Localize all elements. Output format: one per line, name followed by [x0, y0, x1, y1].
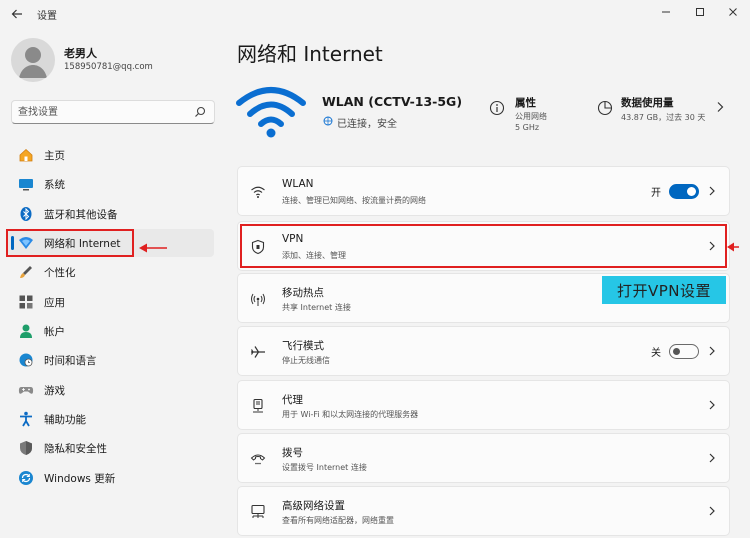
sidebar-item-time-language[interactable]: 时间和语言: [8, 346, 214, 374]
user-email: 158950781@qq.com: [64, 62, 153, 72]
sidebar-item-bluetooth[interactable]: 蓝牙和其他设备: [8, 200, 214, 228]
network-band: 5 GHz: [515, 123, 540, 132]
annotation-label: 打开VPN设置: [602, 276, 726, 304]
update-icon: [19, 471, 33, 485]
search-input[interactable]: [18, 104, 188, 120]
minimize-button[interactable]: [655, 2, 677, 22]
sidebar-item-label: 主页: [44, 150, 65, 162]
globe-icon: [323, 116, 333, 126]
sidebar-item-label: 应用: [44, 297, 65, 309]
card-advanced-network[interactable]: 高级网络设置 查看所有网络适配器，网络重置: [237, 486, 730, 536]
chevron-right-icon[interactable]: [707, 451, 717, 465]
sidebar-item-label: 隐私和安全性: [44, 443, 107, 455]
card-description: 停止无线通信: [282, 356, 330, 365]
sidebar-item-gaming[interactable]: 游戏: [8, 376, 214, 404]
gamepad-icon: [18, 387, 34, 394]
card-title: 高级网络设置: [282, 500, 345, 512]
chevron-right-icon[interactable]: [707, 398, 717, 412]
card-description: 查看所有网络适配器，网络重置: [282, 516, 394, 525]
arrow-left-icon: [139, 243, 167, 253]
card-dial-up[interactable]: 拨号 设置拨号 Internet 连接: [237, 433, 730, 483]
info-icon[interactable]: [489, 100, 505, 116]
card-airplane-mode[interactable]: 飞行模式 停止无线通信 关: [237, 326, 730, 376]
chevron-right-icon[interactable]: [707, 344, 717, 358]
monitor-icon: [19, 179, 33, 191]
account-icon: [20, 324, 32, 338]
sidebar-item-home[interactable]: 主页: [8, 141, 214, 169]
card-description: 设置拨号 Internet 连接: [282, 463, 367, 472]
search-icon[interactable]: [194, 106, 206, 118]
sidebar-item-label: 辅助功能: [44, 414, 86, 426]
sidebar-item-label: 蓝牙和其他设备: [44, 209, 118, 221]
advanced-network-icon: [251, 504, 265, 518]
network-name: WLAN (CCTV-13-5G): [322, 94, 463, 109]
data-usage-detail: 43.87 GB，过去 30 天: [621, 113, 706, 122]
wifi-large-icon: [236, 87, 306, 138]
card-description: 共享 Internet 连接: [282, 303, 351, 312]
close-button[interactable]: [722, 2, 744, 22]
dialup-icon: [250, 454, 266, 465]
globe-clock-icon: [19, 353, 33, 367]
sidebar-item-accounts[interactable]: 帐户: [8, 317, 214, 345]
highlight-box-vpn: [240, 224, 727, 268]
sidebar-item-accessibility[interactable]: 辅助功能: [8, 405, 214, 433]
card-title: 移动热点: [282, 287, 324, 299]
chevron-right-icon[interactable]: [716, 101, 724, 113]
hotspot-icon: [251, 293, 265, 306]
card-wlan[interactable]: WLAN 连接、管理已知网络、按流量计费的网络 开: [237, 166, 730, 216]
card-title: 飞行模式: [282, 340, 324, 352]
card-title: 拨号: [282, 447, 303, 459]
apps-icon: [19, 295, 33, 309]
airplane-mode-toggle[interactable]: [669, 344, 699, 359]
wifi-icon: [251, 186, 265, 198]
maximize-button[interactable]: [689, 2, 711, 22]
wlan-toggle[interactable]: [669, 184, 699, 199]
card-proxy[interactable]: 代理 用于 Wi-Fi 和以太网连接的代理服务器: [237, 380, 730, 430]
card-title: 代理: [282, 394, 303, 406]
card-description: 连接、管理已知网络、按流量计费的网络: [282, 196, 426, 205]
chevron-right-icon[interactable]: [707, 184, 717, 198]
accessibility-icon: [20, 411, 32, 427]
pie-chart-icon[interactable]: [597, 100, 613, 116]
sidebar-item-label: 个性化: [44, 267, 76, 279]
shield-icon: [20, 441, 32, 455]
proxy-icon: [253, 398, 263, 413]
arrow-left-icon: [727, 242, 739, 252]
bluetooth-icon: [20, 207, 32, 221]
network-status: 已连接，安全: [337, 119, 397, 130]
sidebar-item-system[interactable]: 系统: [8, 170, 214, 198]
airplane-icon: [250, 346, 265, 358]
sidebar-item-apps[interactable]: 应用: [8, 288, 214, 316]
sidebar-item-label: 时间和语言: [44, 355, 97, 367]
user-name: 老男人: [64, 47, 97, 60]
toggle-state-label: 关: [651, 348, 661, 359]
avatar[interactable]: [11, 38, 55, 82]
sidebar-item-label: 游戏: [44, 385, 65, 397]
brush-icon: [20, 266, 32, 278]
data-usage-link[interactable]: 数据使用量: [621, 95, 674, 110]
card-description: 用于 Wi-Fi 和以太网连接的代理服务器: [282, 410, 419, 419]
network-profile: 公用网络: [515, 112, 547, 121]
toggle-state-label: 开: [651, 188, 661, 199]
sidebar-item-label: 帐户: [44, 326, 65, 338]
home-icon: [19, 148, 33, 162]
sidebar-item-privacy[interactable]: 隐私和安全性: [8, 434, 214, 462]
properties-link[interactable]: 属性: [515, 95, 536, 110]
sidebar-item-windows-update[interactable]: Windows 更新: [8, 464, 214, 492]
highlight-box-network: [6, 229, 134, 257]
sidebar-item-label: Windows 更新: [44, 473, 116, 485]
sidebar-item-personalization[interactable]: 个性化: [8, 258, 214, 286]
chevron-right-icon[interactable]: [707, 504, 717, 518]
card-title: WLAN: [282, 178, 314, 190]
back-arrow-icon[interactable]: [8, 5, 26, 23]
window-title: 设置: [37, 11, 57, 22]
search-box[interactable]: [11, 100, 215, 124]
page-title: 网络和 Internet: [237, 42, 383, 66]
title-bar: 设置: [0, 0, 750, 28]
sidebar-item-label: 系统: [44, 179, 65, 191]
